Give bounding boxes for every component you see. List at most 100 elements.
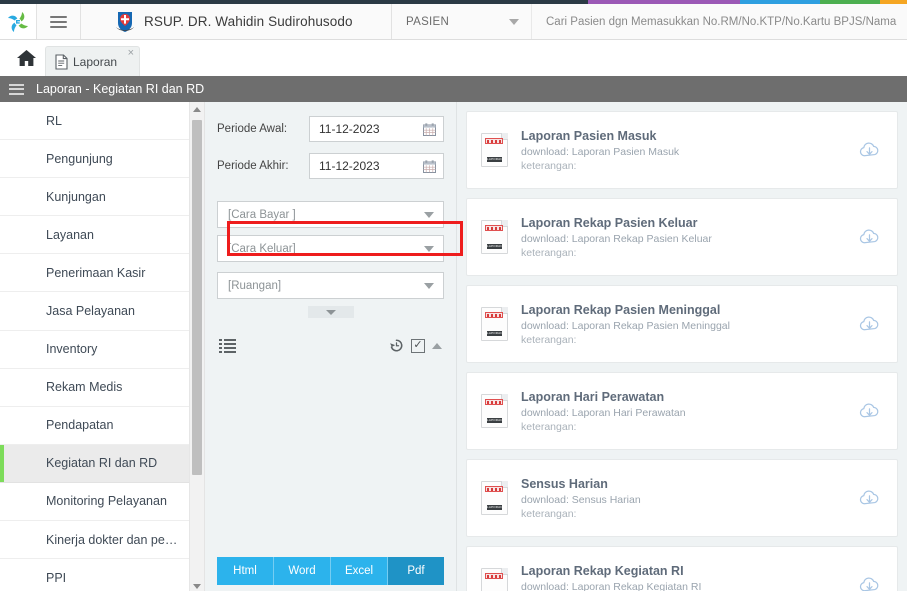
report-document-icon: LAPORAN [481,220,508,254]
sidebar-item-label: Kinerja dokter dan pe… [46,532,178,547]
scroll-down-button[interactable] [190,579,204,591]
sidebar-item-pendapatan[interactable]: Pendapatan [0,406,204,445]
report-document-icon: LAPORAN [481,394,508,428]
sidebar-item-rekam-medis[interactable]: Rekam Medis [0,368,204,407]
workspace: RL Pengunjung Kunjungan Layanan Penerimaan K… [0,102,907,591]
calendar-icon[interactable] [423,122,436,136]
module-selector[interactable]: PASIEN [392,4,532,39]
sidebar-item-label: Pengunjung [46,151,113,166]
report-download-link[interactable]: download: Laporan Rekap Pasien Meninggal [521,320,857,332]
sidebar-item-label: Kunjungan [46,189,106,204]
periode-awal-input[interactable]: 11-12-2023 [309,116,444,142]
export-word-button[interactable]: Word [274,557,331,585]
scroll-up-button[interactable] [190,102,204,116]
periode-akhir-input[interactable]: 11-12-2023 [309,153,444,179]
report-card-text: Laporan Rekap Pasien Keluar download: Lap… [521,216,857,259]
report-card[interactable]: LAPORAN Laporan Rekap Pasien Meninggal dow… [466,285,898,363]
report-title: Laporan Rekap Pasien Keluar [521,215,698,230]
expand-filters-button[interactable] [307,306,354,318]
sidebar-item-label: PPI [46,570,67,585]
report-document-icon: LAPORAN [481,568,508,591]
report-note: keterangan: [521,333,577,346]
report-card[interactable]: LAPORAN Laporan Rekap Pasien Keluar downlo… [466,198,898,276]
cloud-download-icon[interactable] [857,575,881,591]
report-card-text: Laporan Rekap Kegiatan RI download: Lapor… [521,564,857,591]
export-html-button[interactable]: Html [217,557,274,585]
sidebar-item-jasa-pelayanan[interactable]: Jasa Pelayanan [0,292,204,331]
periode-akhir-label: Periode Akhir: [217,160,289,172]
report-card[interactable]: LAPORAN Laporan Pasien Masuk download: Lap… [466,111,898,189]
cloud-download-icon[interactable] [857,488,881,508]
dropdown-cara-keluar[interactable]: [Cara Keluar] [217,235,444,262]
scrollbar-thumb[interactable] [192,120,202,475]
report-document-icon-label: LAPORAN [487,331,502,336]
hamburger-icon[interactable] [9,81,24,97]
sidebar-item-inventory[interactable]: Inventory [0,330,204,369]
sidebar-item-pengunjung[interactable]: Pengunjung [0,140,204,179]
report-card[interactable]: LAPORAN Laporan Hari Perawatan download: L… [466,372,898,450]
main-menu-button[interactable] [37,4,81,39]
dropdown-ruangan[interactable]: [Ruangan] [217,272,444,299]
history-reset-icon[interactable] [389,338,404,353]
report-download-link[interactable]: download: Laporan Rekap Pasien Keluar [521,233,857,245]
report-title: Sensus Harian [521,476,608,491]
periode-awal-value: 11-12-2023 [319,122,380,136]
periode-akhir-row: Periode Akhir: 11-12-2023 [217,153,444,179]
sidebar-item-label: Jasa Pelayanan [46,304,135,319]
patient-search-field[interactable]: Cari Pasien dgn Memasukkan No.RM/No.KTP/… [532,4,907,39]
home-button[interactable] [9,42,43,76]
tab-laporan[interactable]: Laporan × [45,46,141,76]
periode-awal-row: Periode Awal: 11-12-2023 [217,116,444,142]
report-document-icon: LAPORAN [481,481,508,515]
periode-awal-label: Periode Awal: [217,123,288,135]
chevron-up-icon [193,106,201,112]
report-card[interactable]: LAPORAN Sensus Harian download: Sensus Har… [466,459,898,537]
report-filter-panel: Periode Awal: 11-12-2023 Periode Akhir: … [205,102,457,591]
sidebar-item-penerimaan-kasir[interactable]: Penerimaan Kasir [0,254,204,293]
sidebar-item-kinerja-dokter-dan-pe[interactable]: Kinerja dokter dan pe… [0,521,204,560]
report-download-link[interactable]: download: Sensus Harian [521,494,857,506]
report-title: Laporan Pasien Masuk [521,128,657,143]
dropdown-cara-bayar-value: [Cara Bayar ] [228,208,296,221]
sidebar-item-rl[interactable]: RL [0,102,204,141]
cloud-download-icon[interactable] [857,314,881,334]
report-download-link[interactable]: download: Laporan Hari Perawatan [521,407,857,419]
sidebar-item-label: RL [46,113,62,128]
home-icon [16,49,36,66]
report-download-link[interactable]: download: Laporan Pasien Masuk [521,146,857,158]
hospital-name: RSUP. DR. Wahidin Sudirohusodo [144,14,353,29]
list-icon[interactable] [219,338,236,353]
export-pdf-button[interactable]: Pdf [388,557,444,585]
sidebar-item-label: Monitoring Pelayanan [46,494,167,509]
report-note: keterangan: [521,159,577,172]
sidebar-item-kegiatan-ri-dan-rd[interactable]: Kegiatan RI dan RD [0,444,204,483]
chevron-down-icon [424,245,434,252]
hospital-shield-logo [116,11,134,32]
close-icon[interactable]: × [128,48,134,59]
report-card[interactable]: LAPORAN Laporan Rekap Kegiatan RI download… [466,546,898,591]
report-download-link[interactable]: download: Laporan Rekap Kegiatan RI [521,581,857,591]
cloud-download-icon[interactable] [857,401,881,421]
cloud-download-icon[interactable] [857,140,881,160]
chevron-down-icon [325,309,336,315]
checkbox-checked-icon[interactable]: ✓ [411,338,425,353]
report-document-icon-label: LAPORAN [487,244,502,249]
sidebar-item-label: Kegiatan RI dan RD [46,456,158,471]
periode-akhir-value: 11-12-2023 [319,159,380,173]
chevron-down-icon [424,282,434,289]
chevron-up-icon[interactable] [432,342,442,349]
chevron-down-icon [424,211,434,218]
calendar-icon[interactable] [423,159,436,173]
sidebar-item-kunjungan[interactable]: Kunjungan [0,178,204,217]
dropdown-cara-bayar[interactable]: [Cara Bayar ] [217,201,444,228]
search-placeholder: Cari Pasien dgn Memasukkan No.RM/No.KTP/… [546,15,897,28]
sidebar-scrollbar[interactable] [189,102,204,591]
report-title: Laporan Rekap Kegiatan RI [521,563,684,578]
pinwheel-logo[interactable] [0,4,37,39]
sidebar-item-layanan[interactable]: Layanan [0,216,204,255]
export-excel-button[interactable]: Excel [331,557,388,585]
sidebar-item-monitoring-pelayanan[interactable]: Monitoring Pelayanan [0,482,204,522]
cloud-download-icon[interactable] [857,227,881,247]
tab-label: Laporan [73,54,118,69]
sidebar-item-ppi[interactable]: PPI [0,559,204,591]
